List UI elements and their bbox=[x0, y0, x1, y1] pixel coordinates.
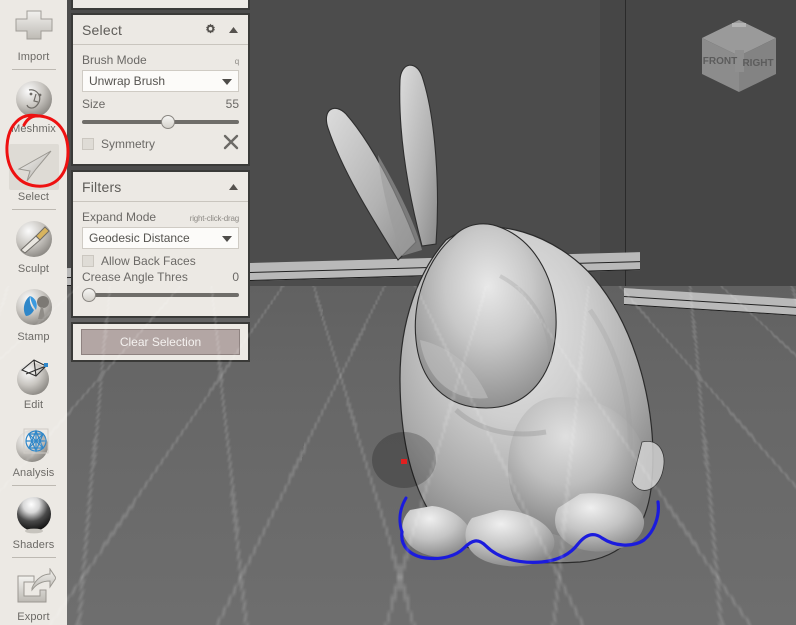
expand-mode-hint: right-click-drag bbox=[189, 214, 239, 223]
triangle-up-icon[interactable] bbox=[228, 183, 239, 191]
sidebar-label-edit: Edit bbox=[23, 399, 44, 411]
crease-angle-label: Crease Angle Thres bbox=[82, 270, 188, 284]
sidebar-item-analysis[interactable]: Analysis bbox=[0, 416, 67, 484]
face-sphere-icon bbox=[9, 76, 59, 122]
toolbar-divider bbox=[11, 69, 56, 70]
sidebar-label-shaders: Shaders bbox=[12, 539, 55, 551]
clear-selection-button[interactable]: Clear Selection bbox=[81, 329, 240, 355]
triangle-up-icon[interactable] bbox=[228, 26, 239, 34]
panel-actions: Clear Selection bbox=[71, 322, 250, 362]
sidebar-label-analysis: Analysis bbox=[12, 467, 55, 479]
wrench-cross-icon[interactable] bbox=[223, 134, 239, 153]
panel-filters-header[interactable]: Filters bbox=[73, 172, 248, 202]
sidebar-item-import[interactable]: Import bbox=[0, 0, 67, 68]
mesh-analysis-icon bbox=[9, 420, 59, 466]
brush-mode-label: Brush Mode bbox=[82, 53, 147, 67]
brush-center-dot bbox=[401, 459, 407, 464]
brush-sphere-icon bbox=[9, 216, 59, 262]
brush-mode-dropdown[interactable]: Unwrap Brush bbox=[82, 70, 239, 92]
sidebar-label-select: Select bbox=[17, 191, 50, 203]
gear-icon[interactable] bbox=[204, 23, 217, 36]
view-navigation-cube[interactable]: FRONT RIGHT bbox=[696, 16, 782, 100]
symmetry-checkbox[interactable] bbox=[82, 137, 94, 150]
sidebar-label-export: Export bbox=[17, 611, 50, 623]
sidebar-item-sculpt[interactable]: Sculpt bbox=[0, 212, 67, 280]
navcube-right-label: RIGHT bbox=[742, 58, 773, 69]
tool-properties-column: Select Brush Mode q Unwrap Brush Size 55… bbox=[71, 0, 250, 362]
wireframe-sphere-icon bbox=[9, 352, 59, 398]
panel-filters-title: Filters bbox=[82, 178, 122, 195]
brush-mode-hint: q bbox=[234, 57, 239, 66]
size-label: Size bbox=[82, 97, 106, 111]
size-value: 55 bbox=[225, 97, 239, 111]
sidebar-item-stamp[interactable]: Stamp bbox=[0, 280, 67, 348]
panel-select: Select Brush Mode q Unwrap Brush Size 55… bbox=[71, 13, 250, 166]
model-stanford-bunny[interactable] bbox=[250, 10, 670, 590]
sidebar-item-meshmix[interactable]: Meshmix bbox=[0, 72, 67, 140]
sidebar-item-edit[interactable]: Edit bbox=[0, 348, 67, 416]
sidebar-item-export[interactable]: Export bbox=[0, 560, 67, 625]
toolbar-divider bbox=[11, 557, 56, 558]
allow-back-faces-checkbox[interactable] bbox=[82, 255, 94, 267]
navcube-front-label: FRONT bbox=[703, 56, 737, 67]
crease-angle-slider-track bbox=[82, 293, 239, 297]
panel-select-title: Select bbox=[82, 21, 123, 38]
sidebar-label-sculpt: Sculpt bbox=[17, 263, 50, 275]
plus-import-icon bbox=[9, 4, 59, 50]
size-row: Size 55 bbox=[82, 97, 239, 111]
expand-mode-row: Expand Mode right-click-drag bbox=[82, 210, 239, 224]
brush-mode-value: Unwrap Brush bbox=[89, 74, 166, 88]
sidebar-label-import: Import bbox=[17, 51, 50, 63]
sidebar-label-meshmix: Meshmix bbox=[11, 123, 56, 135]
crease-angle-slider-knob[interactable] bbox=[82, 288, 96, 302]
crease-angle-slider[interactable] bbox=[82, 287, 239, 303]
expand-mode-label: Expand Mode bbox=[82, 210, 157, 224]
export-arrow-icon bbox=[9, 564, 59, 610]
shader-sphere-icon bbox=[9, 492, 59, 538]
toolbar-divider bbox=[11, 209, 56, 210]
expand-mode-value: Geodesic Distance bbox=[89, 231, 190, 245]
symmetry-row[interactable]: Symmetry bbox=[82, 134, 239, 153]
allow-back-faces-row[interactable]: Allow Back Faces bbox=[82, 254, 239, 268]
crease-angle-value: 0 bbox=[232, 270, 239, 284]
panel-stub-above bbox=[71, 0, 250, 10]
left-tool-sidebar[interactable]: Import Meshmix Select Sculpt Stamp Edit … bbox=[0, 0, 70, 625]
chevron-down-icon bbox=[222, 79, 232, 85]
allow-back-faces-label: Allow Back Faces bbox=[101, 254, 196, 268]
size-slider[interactable] bbox=[82, 114, 239, 130]
size-slider-knob[interactable] bbox=[161, 115, 176, 129]
chevron-down-icon bbox=[222, 236, 232, 242]
arrow-cursor-icon bbox=[8, 144, 59, 190]
symmetry-label: Symmetry bbox=[101, 136, 155, 151]
sidebar-label-stamp: Stamp bbox=[17, 331, 50, 343]
panel-select-header[interactable]: Select bbox=[73, 15, 248, 45]
sidebar-item-shaders[interactable]: Shaders bbox=[0, 488, 67, 556]
panel-filters: Filters Expand Mode right-click-drag Geo… bbox=[71, 170, 250, 318]
stamp-sphere-icon bbox=[9, 284, 59, 330]
sidebar-item-select[interactable]: Select bbox=[0, 140, 67, 208]
expand-mode-dropdown[interactable]: Geodesic Distance bbox=[82, 227, 239, 249]
crease-angle-row: Crease Angle Thres 0 bbox=[82, 270, 239, 284]
brush-mode-row: Brush Mode q bbox=[82, 53, 239, 67]
toolbar-divider bbox=[11, 485, 56, 486]
